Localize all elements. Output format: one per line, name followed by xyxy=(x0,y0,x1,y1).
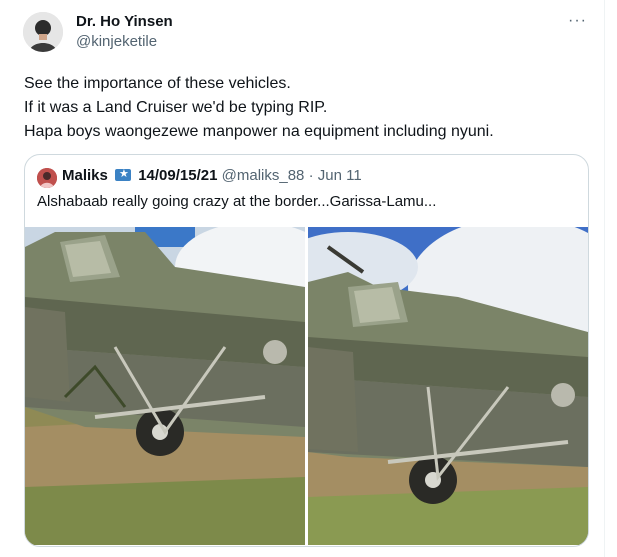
tweet-card[interactable]: Dr. Ho Yinsen @kinjeketile ··· See the i… xyxy=(0,0,605,557)
author-handle[interactable]: @kinjeketile xyxy=(76,33,157,50)
quoted-handle[interactable]: @maliks_88 xyxy=(222,167,305,184)
somalia-flag-icon: ★ xyxy=(115,168,132,181)
quoted-name[interactable]: Maliks xyxy=(62,167,108,184)
quoted-avatar[interactable] xyxy=(37,168,57,188)
tweet-line: Hapa boys waongezewe manpower na equipme… xyxy=(24,123,494,140)
quoted-text: Alshabaab really going crazy at the bord… xyxy=(37,193,437,210)
meta-separator: · xyxy=(308,167,314,184)
quoted-image-2[interactable] xyxy=(308,227,588,545)
author-name[interactable]: Dr. Ho Yinsen xyxy=(76,13,173,30)
quoted-date[interactable]: Jun 11 xyxy=(318,167,362,184)
quoted-tweet[interactable]: Maliks ★ 14/09/15/21 @maliks_88 · Jun 11… xyxy=(24,154,589,547)
author-avatar[interactable] xyxy=(23,12,63,52)
tweet-line: If it was a Land Cruiser we'd be typing … xyxy=(24,99,328,116)
more-horizontal-icon[interactable]: ··· xyxy=(568,12,587,30)
tweet-text: See the importance of these vehicles. If… xyxy=(24,72,584,144)
tweet-line: See the importance of these vehicles. xyxy=(24,75,291,92)
quoted-image-1[interactable] xyxy=(25,227,305,545)
quoted-name-suffix: 14/09/15/21 xyxy=(138,167,218,184)
quoted-header: Maliks ★ 14/09/15/21 @maliks_88 · Jun 11 xyxy=(62,167,362,184)
